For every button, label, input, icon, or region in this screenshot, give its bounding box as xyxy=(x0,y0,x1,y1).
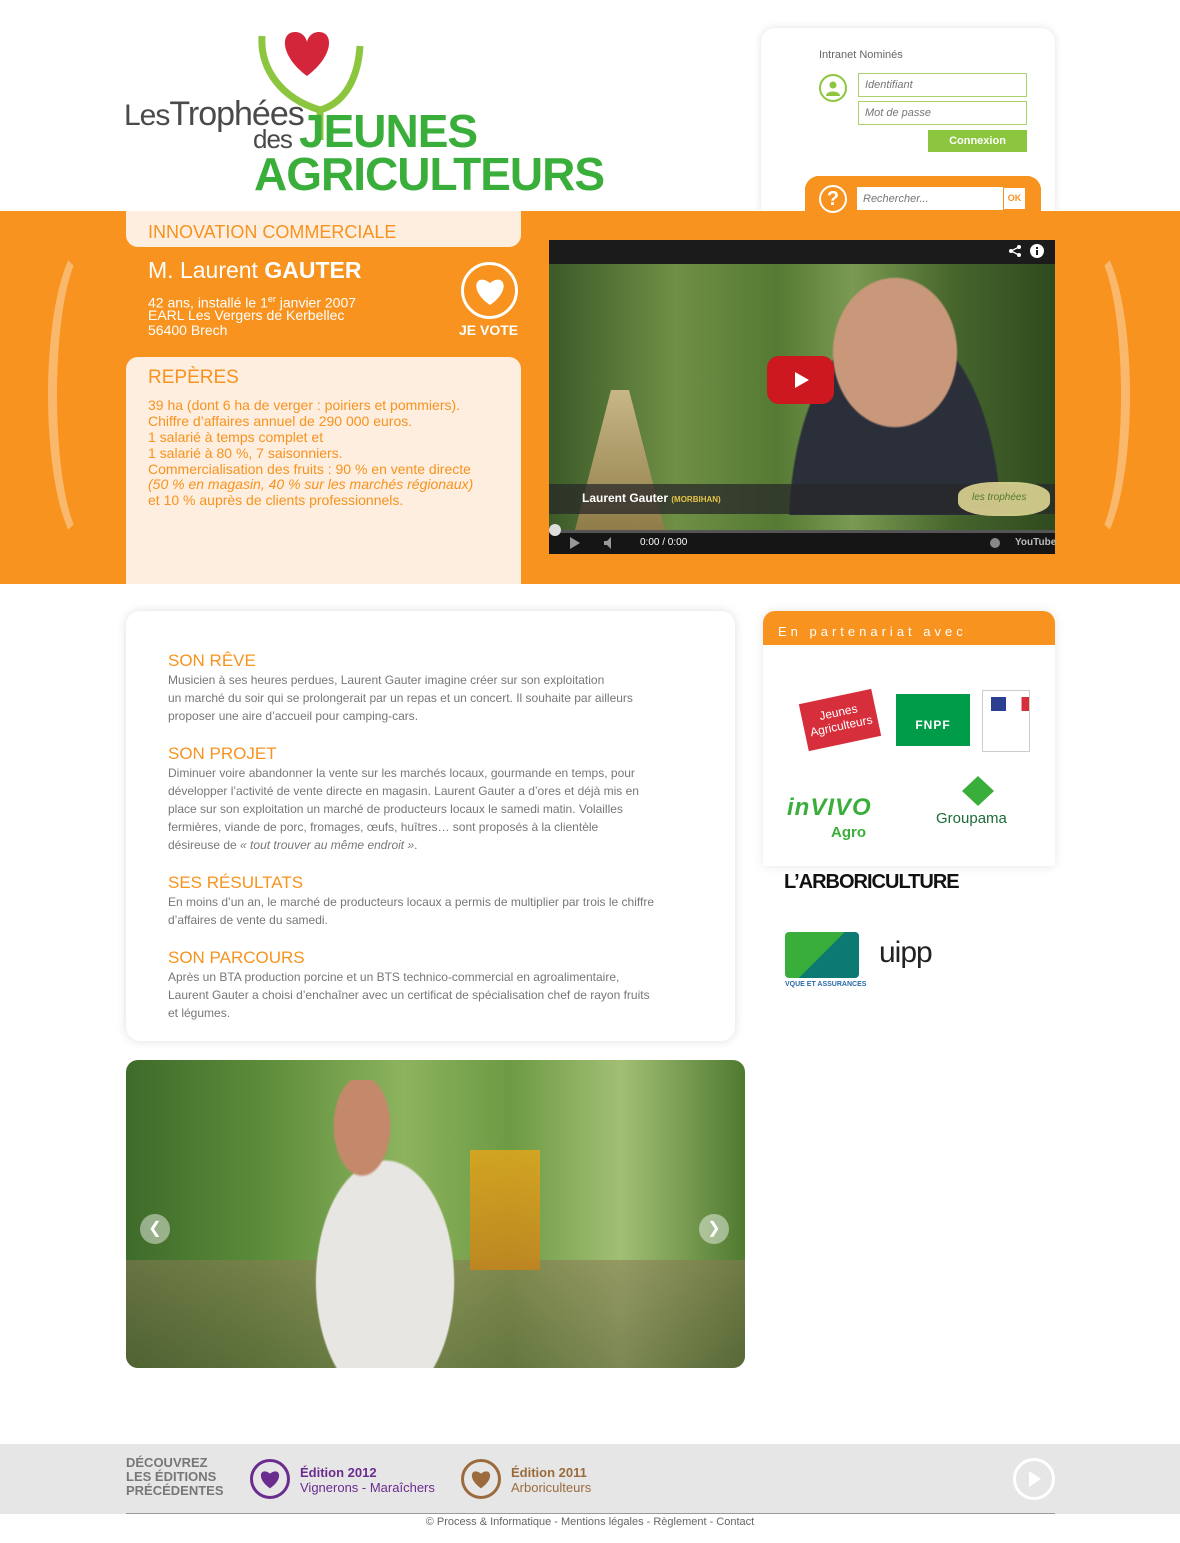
info-icon[interactable] xyxy=(1030,244,1044,258)
play-icon xyxy=(794,372,809,388)
play-button[interactable] xyxy=(767,356,834,404)
video-play-icon[interactable] xyxy=(569,537,581,549)
partner-logo-groupama[interactable]: Groupama xyxy=(936,810,1007,827)
slider-next-arrow-icon[interactable]: ❯ xyxy=(699,1214,729,1244)
video-time: 0:00 / 0:00 xyxy=(640,537,688,548)
section-title-projet: SON PROJET xyxy=(168,744,277,763)
password-input[interactable] xyxy=(858,101,1027,125)
edition-2012-icon[interactable] xyxy=(250,1459,290,1499)
footer-next-icon[interactable] xyxy=(1013,1458,1055,1500)
youtube-logo[interactable]: YouTube xyxy=(1015,537,1056,548)
video-progress-handle[interactable] xyxy=(549,524,561,536)
partner-logo-uipp[interactable]: uipp xyxy=(879,936,933,970)
section-text: Laurent Gauter a choisi d’enchaîner avec… xyxy=(168,988,650,1002)
reperes-title: REPÈRES xyxy=(148,367,239,388)
right-parenthesis-decoration xyxy=(1050,240,1130,550)
reperes-line: Chiffre d’affaires annuel de 290 000 eur… xyxy=(148,413,413,429)
login-button[interactable]: Connexion xyxy=(928,130,1027,152)
partner-logo-invivo-agro[interactable]: Agro xyxy=(831,824,866,841)
reperes-line: et 10 % auprès de clients professionnels… xyxy=(148,492,404,508)
category-title: INNOVATION COMMERCIALE xyxy=(148,222,397,242)
user-icon xyxy=(819,74,847,102)
edition-2012-subtitle[interactable]: Vignerons - Maraîchers xyxy=(300,1480,435,1495)
section-text: développer l’activité de vente directe e… xyxy=(168,784,639,798)
reperes-line: Commercialisation des fruits : 90 % en v… xyxy=(148,461,471,477)
photo-person xyxy=(270,1080,500,1368)
reperes-line: 1 salarié à 80 %, 7 saisonniers. xyxy=(148,445,343,461)
video-caption: Laurent Gauter (MORBIHAN) xyxy=(582,491,721,505)
heart-icon xyxy=(475,279,504,305)
nominee-name: M. Laurent GAUTER xyxy=(148,257,362,283)
partners-title: En partenariat avec xyxy=(778,624,967,639)
volume-icon[interactable] xyxy=(604,537,618,549)
section-title-resultats: SES RÉSULTATS xyxy=(168,873,304,892)
section-text: un marché du soir qui se prolongerait pa… xyxy=(168,691,633,705)
partner-logo-ministere[interactable] xyxy=(982,690,1030,752)
partner-logo-invivo[interactable]: inVIVO xyxy=(787,794,872,822)
nominee-address: 56400 Brech xyxy=(148,322,228,338)
left-parenthesis-decoration xyxy=(48,240,128,550)
section-title-reve: SON RÊVE xyxy=(168,651,256,670)
edition-2011-title[interactable]: Édition 2011 xyxy=(511,1465,587,1480)
search-input[interactable] xyxy=(857,187,1003,210)
nominee-farm: EARL Les Vergers de Kerbellec xyxy=(148,307,345,323)
footer-discover: DÉCOUVREZ LES ÉDITIONS PRÉCÉDENTES xyxy=(126,1455,224,1498)
partner-logo-credit-agricole[interactable] xyxy=(785,932,859,978)
edition-2011-icon[interactable] xyxy=(461,1459,501,1499)
section-text: Diminuer voire abandonner la vente sur l… xyxy=(168,766,635,780)
slider-prev-arrow-icon[interactable]: ❮ xyxy=(140,1214,170,1244)
section-text: fermières, viande de porc, fromages, œuf… xyxy=(168,820,599,834)
section-text: place sur son exploitation un marché de … xyxy=(168,802,623,816)
section-text: Après un BTA production porcine et un BT… xyxy=(168,970,620,984)
intranet-title: Intranet Nominés xyxy=(819,49,903,61)
edition-2012-title[interactable]: Édition 2012 xyxy=(300,1465,377,1480)
search-button[interactable]: OK xyxy=(1004,188,1025,209)
reperes-line: 1 salarié à temps complet et xyxy=(148,429,324,445)
section-text: d’affaires de vente du samedi. xyxy=(168,913,328,927)
partner-logo-fnpf[interactable]: FNPF xyxy=(896,694,970,746)
section-text: et légumes. xyxy=(168,1006,231,1020)
footer-divider xyxy=(126,1513,1055,1514)
help-icon[interactable]: ? xyxy=(819,185,847,213)
section-text: Musicien à ses heures perdues, Laurent G… xyxy=(168,673,605,687)
video-progress-bar[interactable] xyxy=(549,530,1055,533)
section-title-parcours: SON PARCOURS xyxy=(168,948,305,967)
share-icon[interactable] xyxy=(1008,244,1022,258)
video-controls xyxy=(549,530,1055,554)
section-text: En moins d’un an, le marché de producteu… xyxy=(168,895,655,909)
credit-agricole-subtitle: VQUE ET ASSURANCES xyxy=(785,981,867,988)
logo-text-agriculteurs: AGRICULTEURS xyxy=(254,148,605,200)
login-input[interactable] xyxy=(858,73,1027,97)
vote-label[interactable]: JE VOTE xyxy=(459,322,518,338)
video-watermark-logo: les trophées xyxy=(958,482,1050,516)
video-top-icons xyxy=(1008,244,1044,258)
edition-2011-subtitle[interactable]: Arboriculteurs xyxy=(511,1480,591,1495)
partner-logo-arboriculture[interactable]: L’ARBORICULTURE xyxy=(784,871,960,894)
reperes-line: (50 % en magasin, 40 % sur les marchés r… xyxy=(148,476,474,492)
vote-button[interactable] xyxy=(461,262,518,319)
section-text: désireuse de « tout trouver au même endr… xyxy=(168,838,418,852)
section-text: proposer une aire d’accueil pour camping… xyxy=(168,709,419,723)
footer-links[interactable]: © Process & Informatique - Mentions léga… xyxy=(0,1516,1180,1528)
clock-icon[interactable] xyxy=(990,538,1000,548)
reperes-line: 39 ha (dont 6 ha de verger : poiriers et… xyxy=(148,397,461,413)
